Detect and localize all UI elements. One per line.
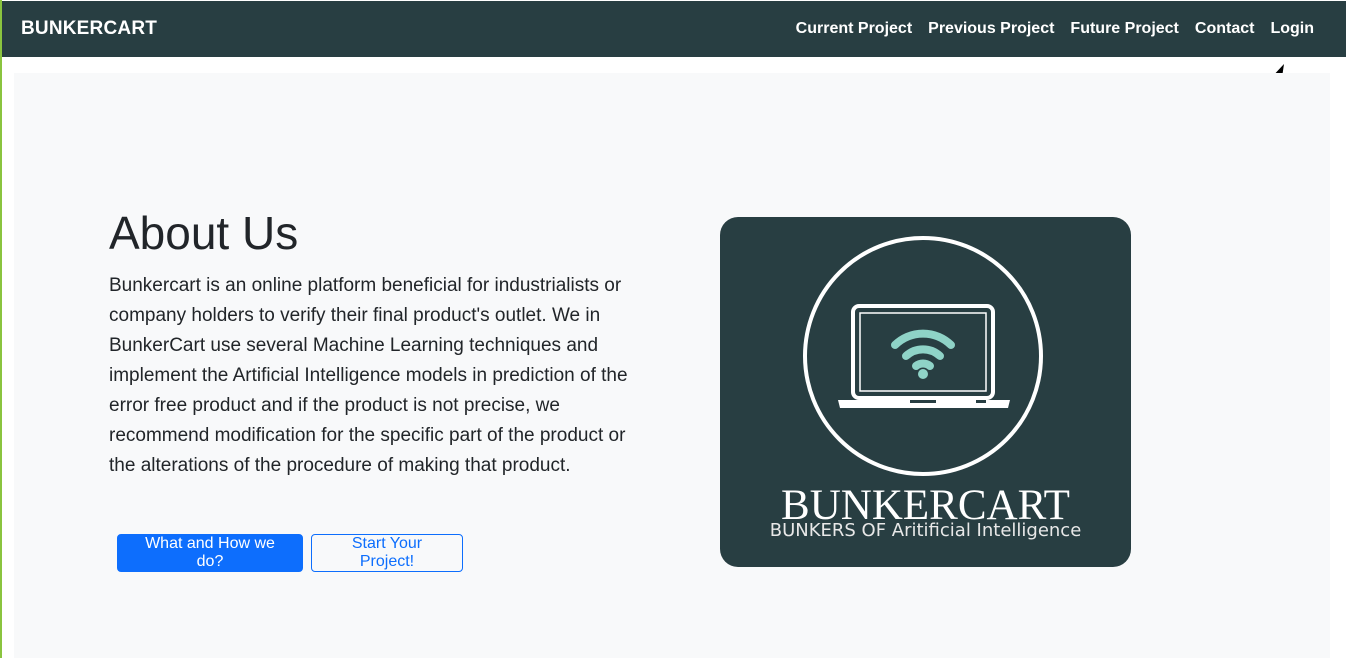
left-edge-strip: [0, 0, 2, 658]
nav-link-contact[interactable]: Contact: [1195, 20, 1255, 38]
nav-link-previous-project[interactable]: Previous Project: [928, 20, 1054, 38]
start-project-button[interactable]: Start Your Project!: [311, 534, 463, 572]
nav-link-login[interactable]: Login: [1270, 20, 1314, 38]
logo-card: BUNKERCART BUNKERS OF Aritificial Intell…: [720, 217, 1131, 567]
page-title: About Us: [109, 207, 299, 259]
about-description: Bunkercart is an online platform benefic…: [109, 275, 628, 476]
navbar: BUNKERCART Current Project Previous Proj…: [2, 1, 1346, 57]
nav-link-future-project[interactable]: Future Project: [1070, 20, 1178, 38]
logo-tagline: BUNKERS OF Aritificial Intelligence: [769, 520, 1082, 541]
nav-links: Current Project Previous Project Future …: [796, 20, 1314, 38]
what-and-how-button[interactable]: What and How we do?: [117, 534, 303, 572]
brand-logo[interactable]: BUNKERCART: [21, 18, 157, 40]
nav-link-current-project[interactable]: Current Project: [796, 20, 912, 38]
